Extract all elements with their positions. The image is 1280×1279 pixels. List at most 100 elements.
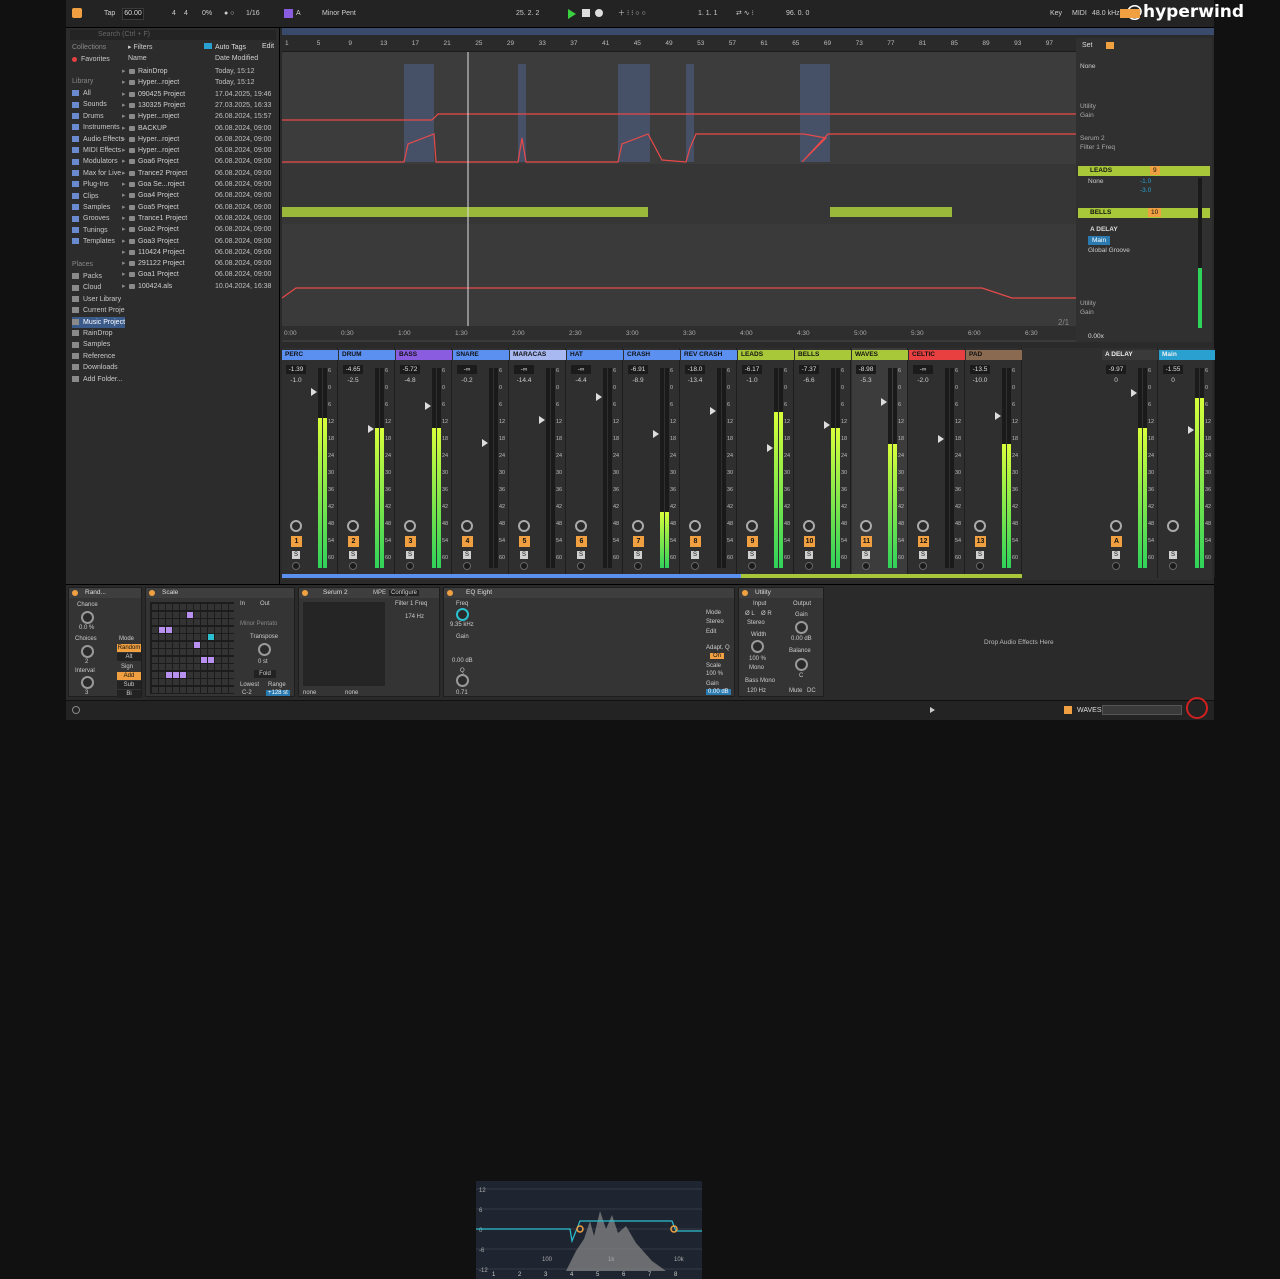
- solo-button[interactable]: S: [1169, 551, 1177, 559]
- app-logo-icon[interactable]: [72, 8, 82, 18]
- lowest-value[interactable]: C-2: [242, 690, 252, 696]
- arm-button-icon[interactable]: [520, 562, 528, 570]
- file-row[interactable]: ▸ Goa2 Project 06.08.2024, 09:00: [122, 224, 276, 235]
- volume-readout[interactable]: -∞: [571, 365, 591, 374]
- arm-button-icon[interactable]: [805, 562, 813, 570]
- scale-grid-cell[interactable]: [159, 641, 165, 648]
- scale-grid-cell[interactable]: [187, 611, 193, 618]
- scale-grid-cell[interactable]: [222, 679, 228, 685]
- eq-stereo-select[interactable]: Stereo: [706, 619, 724, 625]
- fader-handle-icon[interactable]: [1131, 389, 1137, 397]
- set-orange-icon[interactable]: [1106, 42, 1114, 49]
- master-none-select[interactable]: None: [1080, 62, 1096, 71]
- solo-button[interactable]: S: [1112, 551, 1120, 559]
- track-activator-button[interactable]: 7: [633, 536, 644, 547]
- scale-grid-cell[interactable]: [187, 619, 193, 625]
- solo-button[interactable]: S: [406, 551, 414, 559]
- mixer-strip[interactable]: CRASH -6.91 -8.9 6 0 6 12 18 24 30 36 42 48 54 60 7 S: [624, 348, 680, 578]
- device-utility[interactable]: Utility Input Output Ø L Ø R Stereo Widt…: [738, 587, 824, 697]
- transpose-knob[interactable]: [258, 643, 271, 656]
- file-row[interactable]: ▸ Goa3 Project 06.08.2024, 09:00: [122, 236, 276, 247]
- leads-vol[interactable]: -1.0: [1140, 177, 1151, 186]
- scale-grid-cell[interactable]: [159, 679, 165, 685]
- scale-grid-cell[interactable]: [194, 641, 200, 648]
- arm-button-icon[interactable]: [292, 562, 300, 570]
- pan-knob[interactable]: [518, 520, 530, 532]
- pan-knob[interactable]: [917, 520, 929, 532]
- scale-select[interactable]: Minor Pent: [322, 9, 356, 19]
- scale-grid-cell[interactable]: [166, 664, 172, 670]
- arm-button-icon[interactable]: [349, 562, 357, 570]
- scale-grid-cell[interactable]: [187, 641, 193, 648]
- scale-grid-cell[interactable]: [152, 626, 158, 633]
- pan-knob[interactable]: [347, 520, 359, 532]
- solo-button[interactable]: S: [349, 551, 357, 559]
- scale-grid-cell[interactable]: [201, 649, 207, 655]
- scale-grid-cell[interactable]: [215, 664, 221, 670]
- scale-grid-cell[interactable]: [201, 679, 207, 685]
- eq-band-number[interactable]: 8: [674, 1272, 678, 1278]
- scale-grid-cell[interactable]: [222, 641, 228, 648]
- filters-button[interactable]: ▸ Filters: [128, 43, 153, 51]
- scale-grid-cell[interactable]: [159, 619, 165, 625]
- pan-knob[interactable]: [1110, 520, 1122, 532]
- scale-grid-cell[interactable]: [194, 671, 200, 678]
- scale-grid-cell[interactable]: [180, 641, 186, 648]
- volume-readout[interactable]: -13.5: [970, 365, 990, 374]
- device-serum[interactable]: Serum 2 MPE Configure Filter 1 Freq 174 …: [298, 587, 440, 697]
- scale-grid-cell[interactable]: [222, 671, 228, 678]
- column-name-header[interactable]: Name: [128, 55, 147, 62]
- status-play-icon[interactable]: [930, 707, 935, 713]
- eq-band-number[interactable]: 1: [492, 1272, 496, 1278]
- library-item[interactable]: Samples: [72, 202, 110, 213]
- scale-grid-cell[interactable]: [222, 686, 228, 693]
- track-activator-button[interactable]: 3: [405, 536, 416, 547]
- file-row[interactable]: ▸ Hyper...roject 06.08.2024, 09:00: [122, 134, 276, 145]
- file-row[interactable]: ▸ Hyper...roject 06.08.2024, 09:00: [122, 145, 276, 156]
- scale-grid-cell[interactable]: [215, 604, 221, 610]
- library-item[interactable]: Modulators: [72, 156, 118, 167]
- scale-grid-cell[interactable]: [166, 671, 172, 678]
- scale-grid-cell[interactable]: [187, 626, 193, 633]
- scale-grid-cell[interactable]: [173, 656, 179, 663]
- arm-button-icon[interactable]: [919, 562, 927, 570]
- expand-chevron-icon[interactable]: ▸: [122, 224, 126, 235]
- mono-button[interactable]: Mono: [749, 665, 764, 671]
- track-activator-button[interactable]: 2: [348, 536, 359, 547]
- device-random[interactable]: Rand... Chance 0.0 % Choices 2 Interval …: [68, 587, 142, 698]
- arm-button-icon[interactable]: [976, 562, 984, 570]
- configure-button[interactable]: Configure: [389, 590, 420, 596]
- mixer-strip[interactable]: MARACAS -∞ -14.4 6 0 6 12 18 24 30 36 42 48 54 60 5 S: [510, 348, 566, 578]
- file-row[interactable]: ▸ Hyper...roject Today, 15:12: [122, 77, 276, 88]
- expand-chevron-icon[interactable]: ▸: [122, 179, 126, 190]
- phase-left-button[interactable]: Ø L: [745, 611, 755, 617]
- random-device-header[interactable]: Rand...: [69, 588, 141, 598]
- scale-grid-cell[interactable]: [152, 664, 158, 670]
- scale-grid-cell[interactable]: [180, 649, 186, 655]
- fader-handle-icon[interactable]: [710, 407, 716, 415]
- scale-grid-cell[interactable]: [173, 634, 179, 640]
- track-name[interactable]: LEADS: [738, 350, 794, 360]
- mixer-strip[interactable]: CELTIC -∞ -2.0 6 0 6 12 18 24 30 36 42 48 54 60 12 S: [909, 348, 965, 578]
- track-activator-button[interactable]: 13: [975, 536, 986, 547]
- scale-grid-cell[interactable]: [215, 679, 221, 685]
- scale-power-icon[interactable]: [149, 590, 155, 596]
- places-item[interactable]: User Library: [72, 294, 121, 305]
- fold-button[interactable]: Fold: [254, 670, 276, 678]
- arm-button-icon[interactable]: [862, 562, 870, 570]
- scale-grid-cell[interactable]: [208, 634, 214, 640]
- library-item[interactable]: Audio Effects: [72, 134, 124, 145]
- file-row[interactable]: ▸ RainDrop Today, 15:12: [122, 66, 276, 77]
- scale-grid-cell[interactable]: [229, 686, 235, 693]
- fader-handle-icon[interactable]: [311, 388, 317, 396]
- set-button[interactable]: Set: [1082, 42, 1093, 49]
- time-signature-den[interactable]: 4: [184, 9, 188, 19]
- scale-grid-cell[interactable]: [215, 686, 221, 693]
- scale-grid-cell[interactable]: [166, 641, 172, 648]
- scale-grid-cell[interactable]: [201, 626, 207, 633]
- balance-knob[interactable]: [795, 658, 808, 671]
- utility-power-icon[interactable]: [742, 590, 748, 596]
- key-map-button[interactable]: Key: [1050, 9, 1062, 19]
- scale-grid-cell[interactable]: [166, 686, 172, 693]
- serum-power-icon[interactable]: [302, 590, 308, 596]
